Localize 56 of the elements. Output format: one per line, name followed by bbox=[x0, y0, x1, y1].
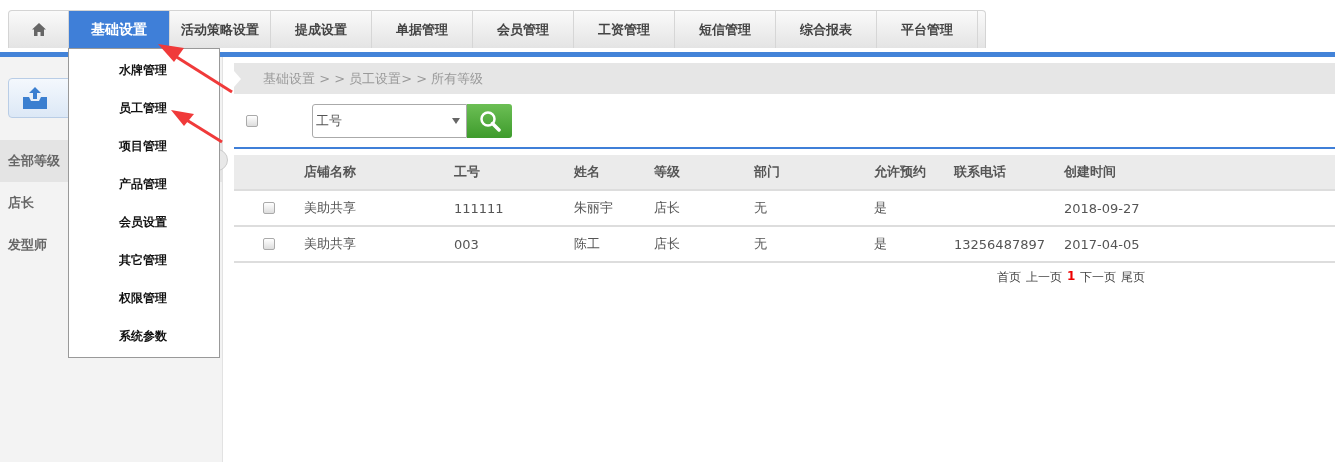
nav-tab[interactable]: 短信管理 bbox=[675, 11, 776, 48]
nav-tab[interactable]: 平台管理 bbox=[877, 11, 978, 48]
page-link[interactable]: 尾页 bbox=[1121, 269, 1146, 286]
search-button[interactable] bbox=[467, 103, 512, 138]
upload-tray-icon bbox=[21, 87, 49, 109]
column-header: 姓名 bbox=[574, 163, 601, 181]
column-header: 等级 bbox=[654, 163, 681, 181]
menu-item[interactable]: 产品管理 bbox=[69, 165, 219, 203]
menu-item[interactable]: 其它管理 bbox=[69, 241, 219, 279]
menu-item[interactable]: 系统参数 bbox=[69, 317, 219, 355]
nav-tab[interactable]: 单据管理 bbox=[372, 11, 473, 48]
menu-item[interactable]: 员工管理 bbox=[69, 89, 219, 127]
nav-tab[interactable]: 工资管理 bbox=[574, 11, 675, 48]
caret-icon bbox=[452, 117, 460, 124]
nav-tab[interactable]: 综合报表 bbox=[776, 11, 877, 48]
table-cell: 111111 bbox=[454, 200, 504, 216]
table-cell: 无 bbox=[754, 236, 767, 251]
menu-item[interactable]: 水牌管理 bbox=[69, 51, 219, 89]
menu-item[interactable]: 权限管理 bbox=[69, 279, 219, 317]
table-cell: 美助共享 bbox=[304, 236, 356, 251]
table-cell: 朱丽宇 bbox=[574, 200, 613, 215]
checkbox[interactable] bbox=[263, 202, 275, 214]
menu-item[interactable]: 项目管理 bbox=[69, 127, 219, 165]
menu-item[interactable]: 会员设置 bbox=[69, 203, 219, 241]
nav-tab[interactable]: 提成设置 bbox=[271, 11, 372, 48]
table-cell: 是 bbox=[874, 200, 887, 215]
page-link[interactable]: 下一页 bbox=[1080, 269, 1117, 286]
checkbox[interactable] bbox=[263, 238, 275, 250]
table-cell: 003 bbox=[454, 236, 479, 252]
chevron-icon bbox=[234, 70, 241, 87]
column-header: 联系电话 bbox=[954, 163, 1007, 181]
checkbox[interactable] bbox=[246, 114, 258, 127]
nav-tab[interactable]: 基础设置 bbox=[69, 11, 170, 48]
column-header: 创建时间 bbox=[1064, 163, 1117, 181]
home-icon bbox=[31, 23, 46, 36]
table-cell: 店长 bbox=[654, 236, 680, 251]
table-cell: 2018-09-27 bbox=[1064, 200, 1140, 216]
nav-tab[interactable]: 会员管理 bbox=[473, 11, 574, 48]
table-cell: 无 bbox=[754, 200, 767, 215]
column-header: 允许预约 bbox=[874, 163, 927, 181]
page-link[interactable]: 上一页 bbox=[1026, 269, 1062, 286]
table-cell: 店长 bbox=[654, 200, 680, 215]
page-link[interactable]: 首页 bbox=[997, 269, 1021, 286]
column-header: 店铺名称 bbox=[304, 163, 357, 181]
column-header: 部门 bbox=[754, 163, 781, 181]
column-header: 工号 bbox=[454, 163, 481, 181]
table-cell: 13256487897 bbox=[954, 236, 1045, 252]
breadcrumb: 基础设置 > > 员工设置> > 所有等级 bbox=[263, 69, 484, 88]
search-field[interactable]: 工号 bbox=[312, 103, 467, 138]
table-cell: 陈工 bbox=[574, 236, 600, 251]
table-cell: 2017-04-05 bbox=[1064, 236, 1140, 252]
current-page: 1 bbox=[1067, 269, 1076, 285]
search-icon bbox=[478, 109, 501, 132]
table-cell: 是 bbox=[874, 236, 887, 251]
annotation-arrow bbox=[171, 110, 223, 144]
table-cell: 美助共享 bbox=[304, 200, 356, 215]
